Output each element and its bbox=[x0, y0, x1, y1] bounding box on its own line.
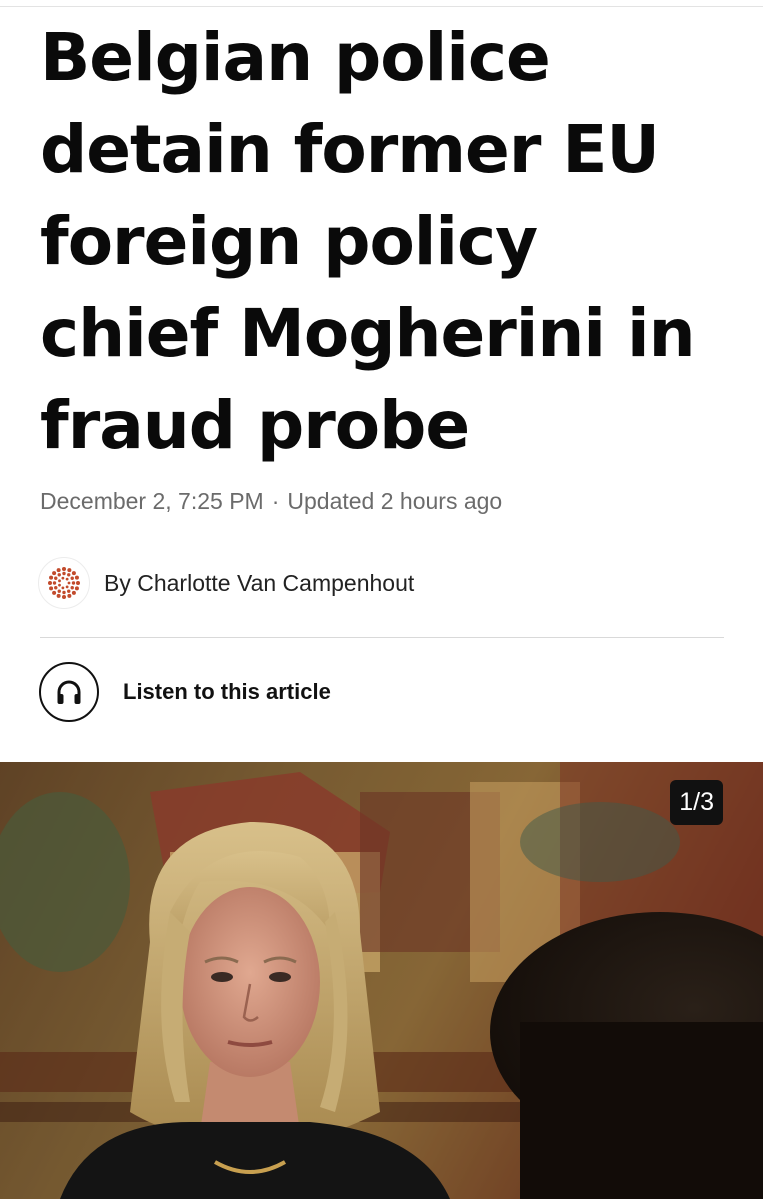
meta-separator: · bbox=[271, 488, 280, 514]
section-divider bbox=[40, 637, 724, 638]
listen-button[interactable]: Listen to this article bbox=[39, 662, 331, 722]
publish-date: December 2, 7:25 PM bbox=[40, 488, 264, 514]
gallery-counter: 1/3 bbox=[670, 780, 723, 825]
listen-label: Listen to this article bbox=[123, 679, 331, 704]
headphones-icon bbox=[39, 662, 99, 722]
byline: By Charlotte Van Campenhout bbox=[38, 557, 414, 609]
top-divider bbox=[0, 6, 763, 7]
article-meta: December 2, 7:25 PM · Updated 2 hours ago bbox=[40, 488, 502, 515]
article-photo[interactable] bbox=[0, 762, 763, 1199]
updated-time: Updated 2 hours ago bbox=[287, 488, 503, 514]
author-name[interactable]: By Charlotte Van Campenhout bbox=[104, 570, 414, 597]
article-headline: Belgian police detain former EU foreign … bbox=[40, 19, 696, 464]
publisher-logo-icon bbox=[38, 557, 90, 609]
